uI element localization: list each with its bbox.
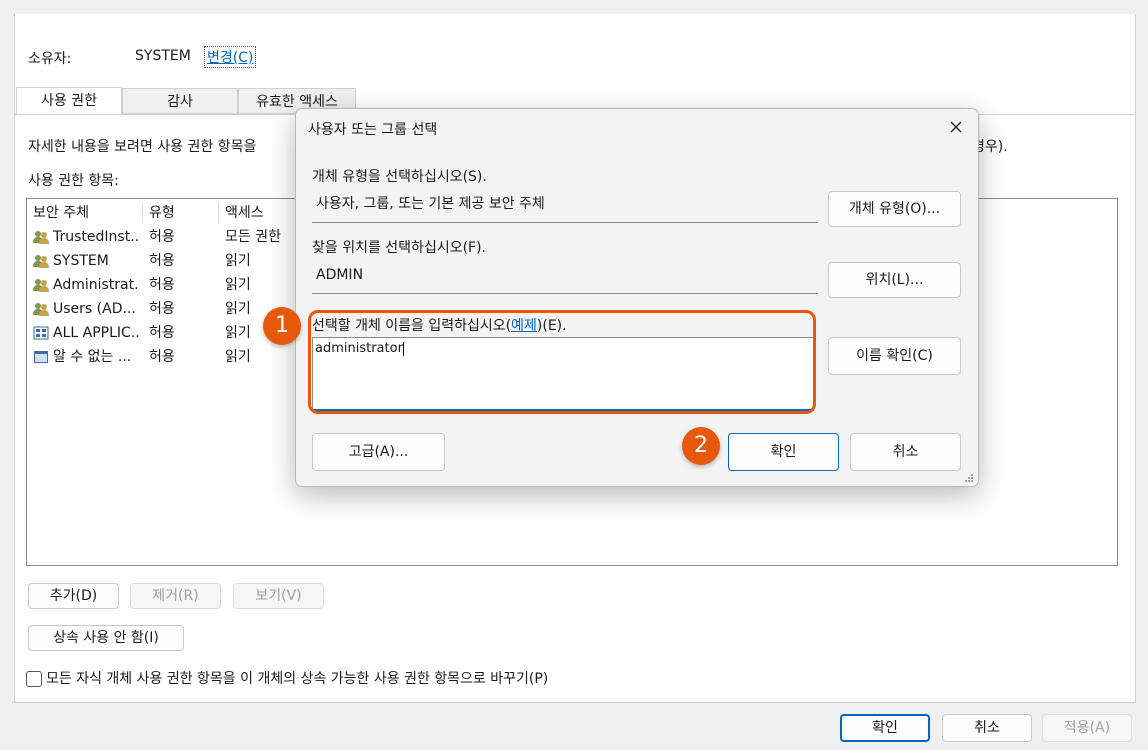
footer-apply-button[interactable]: 적용(A) xyxy=(1042,714,1132,742)
close-icon[interactable] xyxy=(946,117,966,137)
row-access: 읽기 xyxy=(225,277,251,293)
dialog-ok-button[interactable]: 확인 xyxy=(728,433,839,471)
select-users-groups-dialog: 사용자 또는 그룹 선택 개체 유형을 선택하십시오(S). 사용자, 그룹, … xyxy=(295,108,979,487)
row-type: 허용 xyxy=(149,229,175,245)
step-2-badge: 2 xyxy=(682,427,720,465)
location-label: 찾을 위치를 선택하십시오(F). xyxy=(312,240,487,256)
row-access: 읽기 xyxy=(225,349,251,365)
row-principal: SYSTEM xyxy=(53,253,109,269)
object-type-label: 개체 유형을 선택하십시오(S). xyxy=(312,169,487,185)
location-field: ADMIN xyxy=(312,262,818,294)
step-1-badge: 1 xyxy=(263,307,301,345)
row-type: 허용 xyxy=(149,349,175,365)
view-button[interactable]: 보기(V) xyxy=(233,583,324,609)
remove-button[interactable]: 제거(R) xyxy=(130,583,221,609)
object-type-field: 사용자, 그룹, 또는 기본 제공 보안 주체 xyxy=(312,191,818,223)
footer-cancel-button[interactable]: 취소 xyxy=(942,714,1032,742)
owner-label: 소유자: xyxy=(28,51,72,67)
tab-auditing[interactable]: 감사 xyxy=(122,88,238,114)
permission-entries-label: 사용 권한 항목: xyxy=(28,173,119,189)
user-group-icon xyxy=(33,303,49,316)
row-type: 허용 xyxy=(149,277,175,293)
locations-button[interactable]: 위치(L)... xyxy=(828,262,961,298)
replace-child-permissions-checkbox[interactable] xyxy=(26,671,42,687)
column-header-access[interactable]: 액세스 xyxy=(219,203,299,223)
row-principal: 알 수 없는 ... xyxy=(53,349,132,365)
row-principal: Users (AD... xyxy=(53,301,136,317)
app-package-icon xyxy=(33,326,49,340)
check-names-button[interactable]: 이름 확인(C) xyxy=(828,337,961,375)
user-group-icon xyxy=(33,255,49,268)
row-access: 읽기 xyxy=(225,253,251,269)
resize-grip-icon[interactable] xyxy=(964,473,974,483)
info-text: 자세한 내용을 보려면 사용 권한 항목을 xyxy=(28,139,257,155)
add-button[interactable]: 추가(D) xyxy=(28,583,119,609)
row-access: 모든 권한 xyxy=(225,229,281,245)
row-type: 허용 xyxy=(149,301,175,317)
object-types-button[interactable]: 개체 유형(O)... xyxy=(828,191,961,227)
column-header-type[interactable]: 유형 xyxy=(143,203,219,223)
row-type: 허용 xyxy=(149,253,175,269)
user-group-icon xyxy=(33,279,49,292)
advanced-button[interactable]: 고급(A)... xyxy=(312,433,445,471)
replace-child-permissions-label: 모든 자식 개체 사용 권한 항목을 이 개체의 상속 가능한 사용 권한 항목… xyxy=(46,671,549,687)
user-group-icon xyxy=(33,231,49,244)
row-principal: TrustedInst... xyxy=(53,229,139,245)
disable-inheritance-button[interactable]: 상속 사용 안 함(I) xyxy=(28,625,184,651)
row-access: 읽기 xyxy=(225,301,251,317)
tab-permissions[interactable]: 사용 권한 xyxy=(16,87,122,115)
unknown-account-icon xyxy=(34,351,48,363)
row-access: 읽기 xyxy=(225,325,251,341)
dialog-title: 사용자 또는 그룹 선택 xyxy=(308,122,438,138)
owner-change-link[interactable]: 변경(C) xyxy=(204,46,257,68)
input-highlight-box xyxy=(308,310,816,414)
row-principal: ALL APPLIC... xyxy=(53,325,139,341)
owner-value: SYSTEM xyxy=(135,48,191,64)
footer-ok-button[interactable]: 확인 xyxy=(840,714,930,742)
column-header-principal[interactable]: 보안 주체 xyxy=(27,203,143,223)
row-principal: Administrat... xyxy=(53,277,139,293)
dialog-cancel-button[interactable]: 취소 xyxy=(850,433,961,471)
row-type: 허용 xyxy=(149,325,175,341)
